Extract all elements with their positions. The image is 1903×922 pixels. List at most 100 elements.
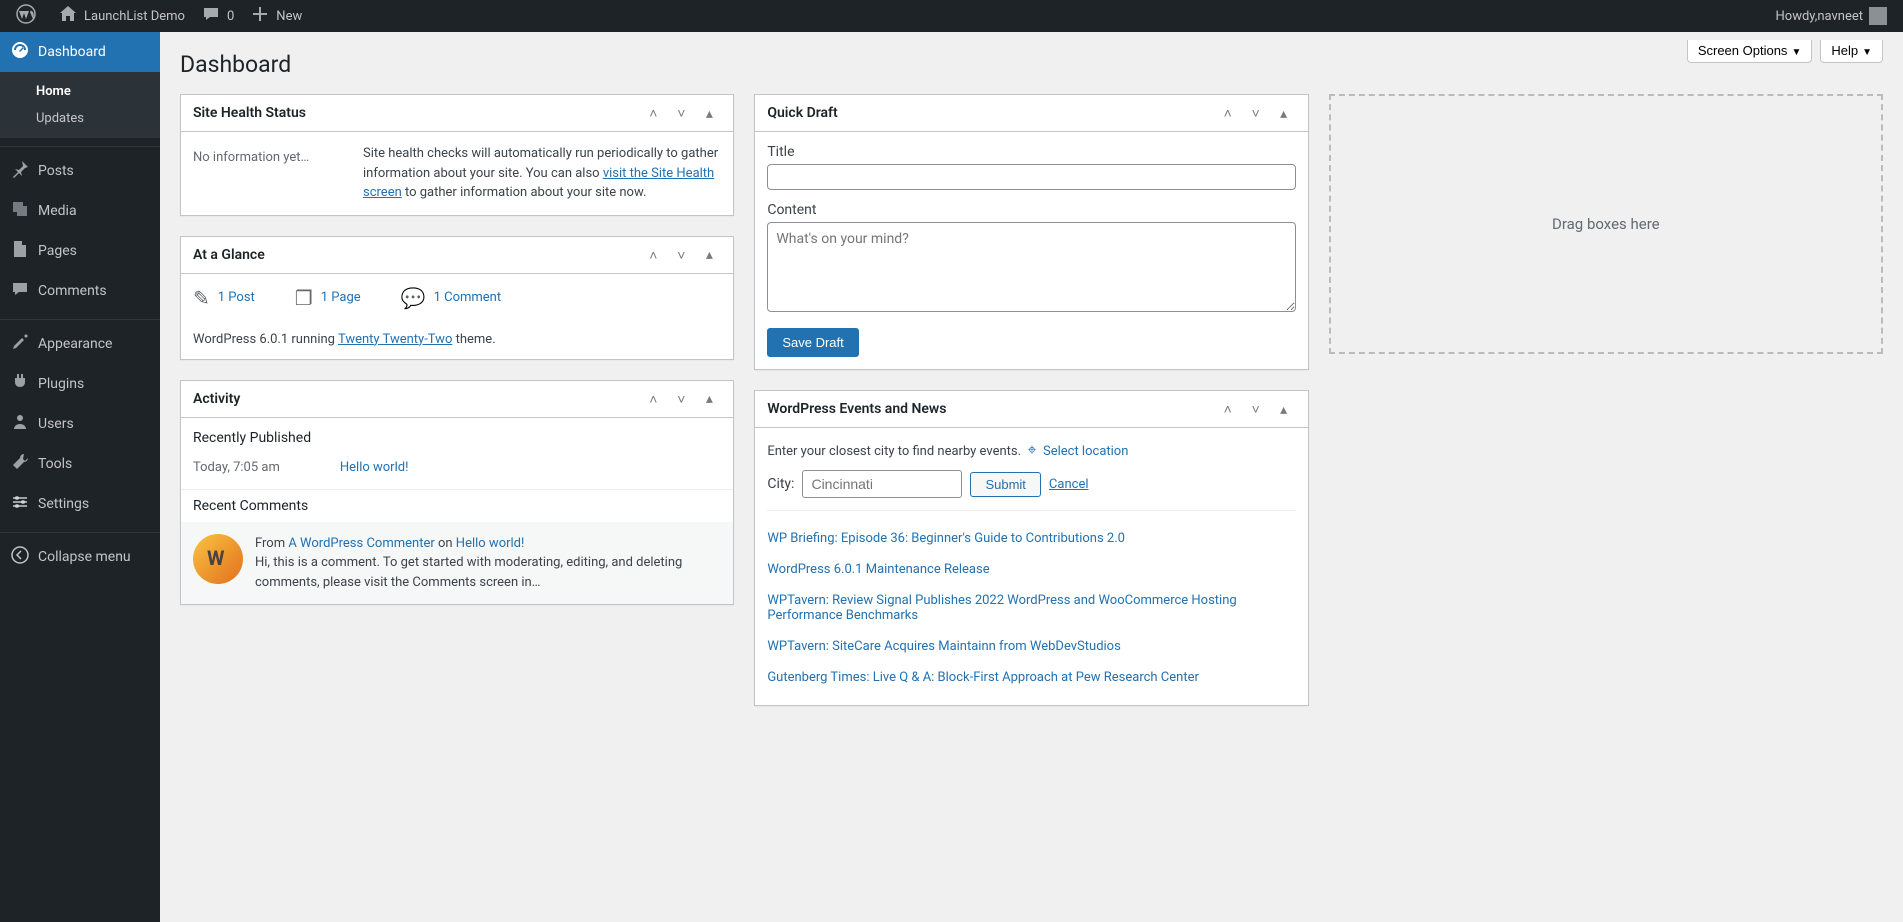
toggle-panel-button[interactable]: ▴ <box>697 243 721 267</box>
at-a-glance-widget: At a Glance ˄ ˅ ▴ ✎1 Post ❐1 Page <box>180 236 734 360</box>
commenter-link[interactable]: A WordPress Commenter <box>288 536 434 551</box>
news-link[interactable]: WPTavern: Review Signal Publishes 2022 W… <box>767 593 1236 623</box>
toggle-panel-button[interactable]: ▴ <box>1272 101 1296 125</box>
city-input[interactable] <box>802 470 962 498</box>
published-time: Today, 7:05 am <box>193 460 280 475</box>
move-down-button[interactable]: ˅ <box>669 387 693 411</box>
move-up-button[interactable]: ˄ <box>1216 101 1240 125</box>
move-down-button[interactable]: ˅ <box>1244 101 1268 125</box>
news-link[interactable]: Gutenberg Times: Live Q & A: Block-First… <box>767 670 1199 685</box>
location-pin-icon: ⌖ <box>1028 440 1037 459</box>
draft-content-textarea[interactable] <box>767 222 1295 312</box>
draft-title-label: Title <box>767 144 1295 160</box>
menu-appearance[interactable]: Appearance <box>0 324 160 364</box>
glance-title: At a Glance <box>193 237 641 273</box>
menu-tools[interactable]: Tools <box>0 444 160 484</box>
tools-icon <box>10 452 30 476</box>
city-label: City: <box>767 476 794 492</box>
comments-count: 0 <box>227 9 234 24</box>
comment-icon: 💬 <box>401 286 426 310</box>
health-description: Site health checks will automatically ru… <box>363 144 721 203</box>
move-up-button[interactable]: ˄ <box>641 243 665 267</box>
menu-dashboard[interactable]: Dashboard <box>0 32 160 72</box>
commenter-avatar <box>193 534 243 584</box>
menu-posts[interactable]: Posts <box>0 151 160 191</box>
news-link[interactable]: WPTavern: SiteCare Acquires Maintainn fr… <box>767 639 1120 654</box>
move-down-button[interactable]: ˅ <box>669 101 693 125</box>
site-name-link[interactable]: LaunchList Demo <box>50 0 193 32</box>
site-health-title: Site Health Status <box>193 95 641 131</box>
appearance-icon <box>10 332 30 356</box>
dashboard-icon <box>10 40 30 64</box>
toggle-panel-button[interactable]: ▴ <box>1272 397 1296 421</box>
toggle-panel-button[interactable]: ▴ <box>697 101 721 125</box>
new-label: New <box>276 9 302 24</box>
screen-options-button[interactable]: Screen Options▼ <box>1687 40 1813 63</box>
news-widget: WordPress Events and News ˄ ˅ ▴ Enter yo… <box>754 390 1308 706</box>
news-item: WPTavern: Review Signal Publishes 2022 W… <box>767 585 1295 631</box>
adminbar-new[interactable]: New <box>242 0 310 32</box>
my-account[interactable]: Howdy, navneet <box>1768 0 1896 32</box>
save-draft-button[interactable]: Save Draft <box>767 328 858 357</box>
wp-logo[interactable] <box>8 0 50 32</box>
recent-comments-heading: Recent Comments <box>193 498 721 514</box>
page-icon: ❐ <box>295 286 313 310</box>
comment-post-link[interactable]: Hello world! <box>456 536 525 551</box>
move-down-button[interactable]: ˅ <box>669 243 693 267</box>
menu-comments[interactable]: Comments <box>0 271 160 311</box>
news-title: WordPress Events and News <box>767 391 1215 427</box>
news-item: Gutenberg Times: Live Q & A: Block-First… <box>767 662 1295 693</box>
adminbar-comments[interactable]: 0 <box>193 0 242 32</box>
news-link[interactable]: WP Briefing: Episode 36: Beginner's Guid… <box>767 531 1125 546</box>
submit-location-button[interactable]: Submit <box>970 472 1040 497</box>
menu-media[interactable]: Media <box>0 191 160 231</box>
news-link[interactable]: WordPress 6.0.1 Maintenance Release <box>767 562 989 577</box>
plugin-icon <box>10 372 30 396</box>
cancel-location-link[interactable]: Cancel <box>1049 477 1089 492</box>
pin-icon: ✎ <box>193 286 210 310</box>
wordpress-icon <box>16 4 36 29</box>
select-location-link[interactable]: Select location <box>1043 444 1128 459</box>
glance-comments[interactable]: 💬1 Comment <box>401 286 501 310</box>
collapse-menu[interactable]: Collapse menu <box>0 537 160 577</box>
plus-icon <box>250 4 270 29</box>
empty-dropzone[interactable]: Drag boxes here <box>1329 94 1883 354</box>
glance-posts[interactable]: ✎1 Post <box>193 286 255 310</box>
move-up-button[interactable]: ˄ <box>641 101 665 125</box>
published-post-link[interactable]: Hello world! <box>340 460 409 475</box>
quick-draft-title: Quick Draft <box>767 95 1215 131</box>
toggle-panel-button[interactable]: ▴ <box>697 387 721 411</box>
comment-body: Hi, this is a comment. To get started wi… <box>255 553 721 592</box>
menu-settings[interactable]: Settings <box>0 484 160 524</box>
submenu-home[interactable]: Home <box>0 78 160 105</box>
theme-link[interactable]: Twenty Twenty-Two <box>338 332 452 347</box>
move-up-button[interactable]: ˄ <box>1216 397 1240 421</box>
home-icon <box>58 4 78 29</box>
health-no-info: No information yet… <box>193 144 343 165</box>
comment-meta: From A WordPress Commenter on Hello worl… <box>255 534 721 554</box>
chevron-down-icon: ▼ <box>1862 47 1872 58</box>
comments-icon <box>10 279 30 303</box>
page-title: Dashboard <box>180 42 1883 94</box>
activity-title: Activity <box>193 381 641 417</box>
user-name: navneet <box>1817 9 1863 24</box>
draft-title-input[interactable] <box>767 164 1295 190</box>
comment-icon <box>201 4 221 29</box>
news-item: WordPress 6.0.1 Maintenance Release <box>767 554 1295 585</box>
site-health-widget: Site Health Status ˄ ˅ ▴ No information … <box>180 94 734 216</box>
pin-icon <box>10 159 30 183</box>
activity-widget: Activity ˄ ˅ ▴ Recently Published Today,… <box>180 380 734 606</box>
glance-version: WordPress 6.0.1 running Twenty Twenty-Tw… <box>193 322 721 347</box>
move-down-button[interactable]: ˅ <box>1244 397 1268 421</box>
menu-users[interactable]: Users <box>0 404 160 444</box>
howdy-prefix: Howdy, <box>1776 9 1818 24</box>
glance-pages[interactable]: ❐1 Page <box>295 286 361 310</box>
collapse-icon <box>10 545 30 569</box>
help-button[interactable]: Help▼ <box>1820 40 1883 63</box>
news-item: WPTavern: SiteCare Acquires Maintainn fr… <box>767 631 1295 662</box>
menu-pages[interactable]: Pages <box>0 231 160 271</box>
move-up-button[interactable]: ˄ <box>641 387 665 411</box>
site-name: LaunchList Demo <box>84 9 185 24</box>
menu-plugins[interactable]: Plugins <box>0 364 160 404</box>
submenu-updates[interactable]: Updates <box>0 105 160 132</box>
